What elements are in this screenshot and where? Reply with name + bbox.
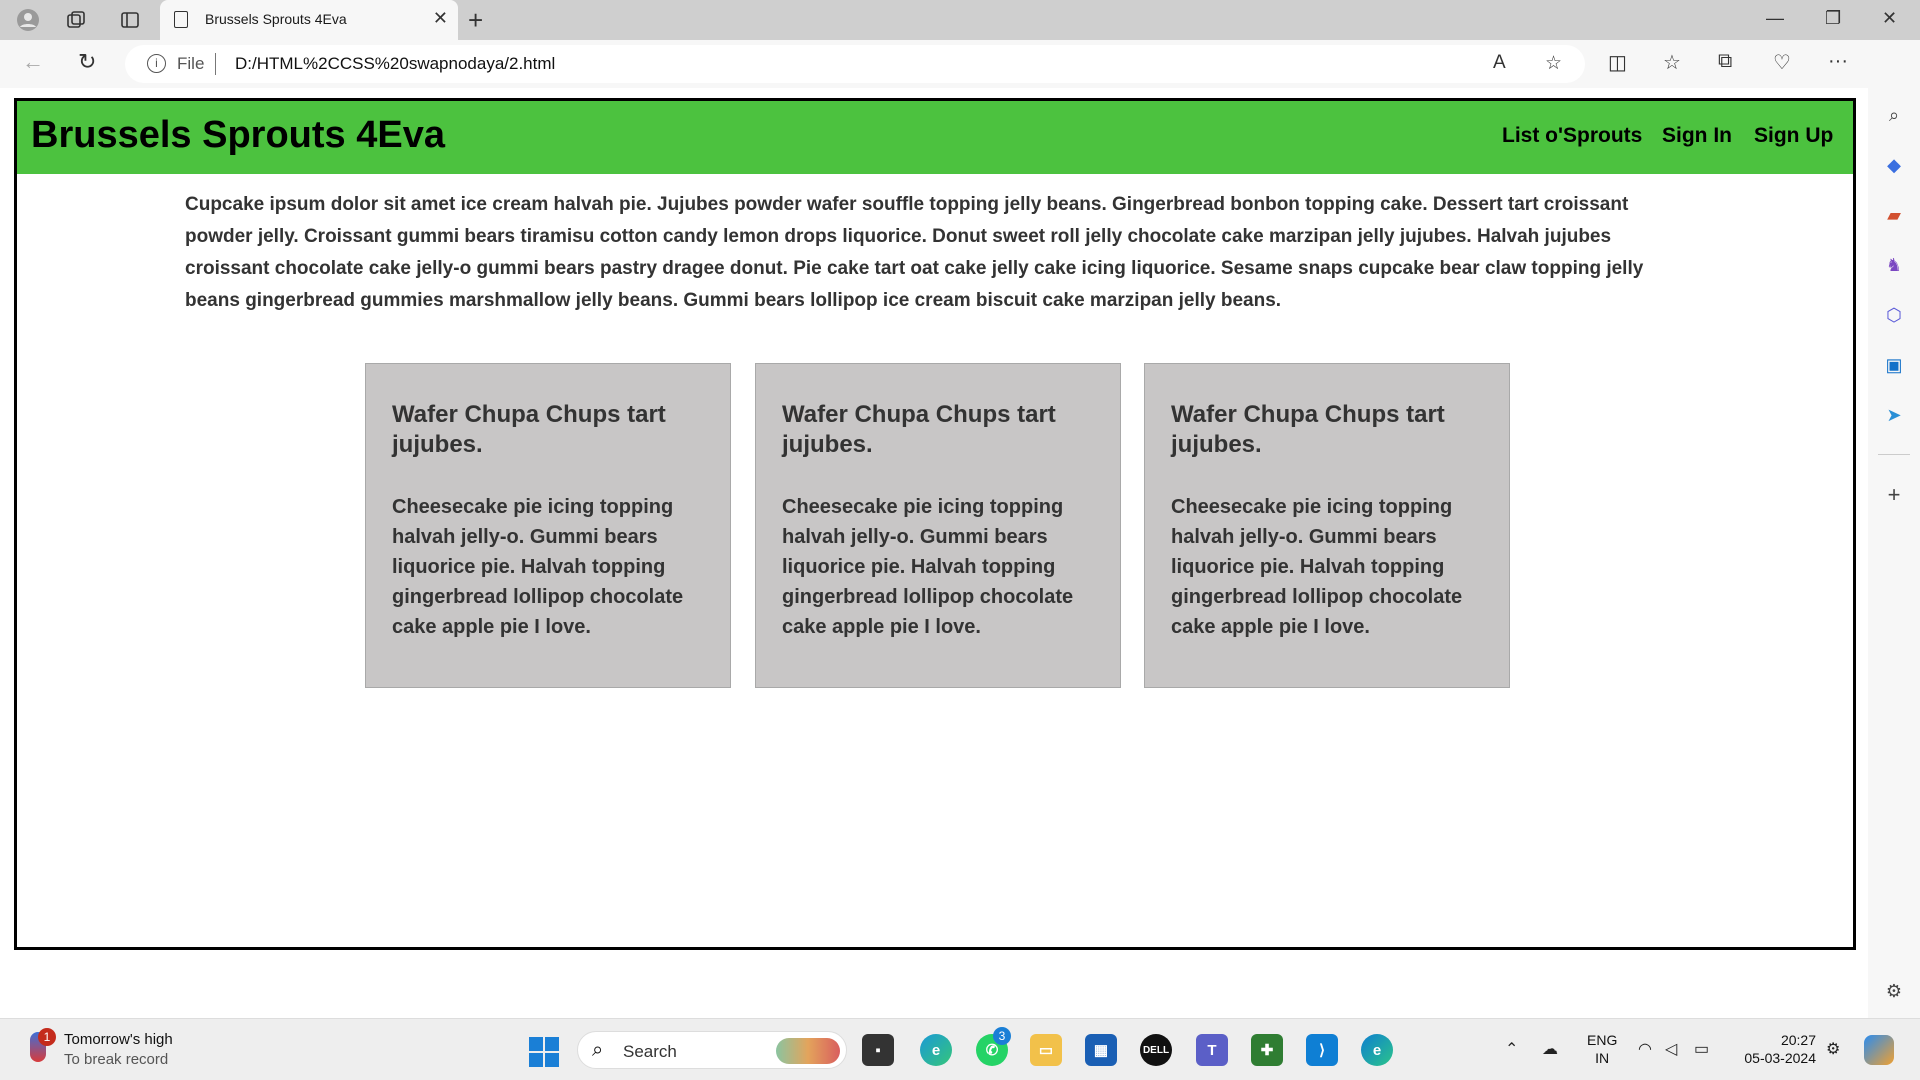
dell-icon[interactable]: DELL (1140, 1034, 1172, 1066)
card-title: Wafer Chupa Chups tart jujubes. (392, 401, 666, 458)
taskbar-search[interactable]: ⌕ Search (577, 1031, 847, 1069)
battery-icon[interactable]: ▭ (1694, 1039, 1709, 1059)
search-icon: ⌕ (592, 1039, 604, 1061)
favorites-icon[interactable]: ☆ (1663, 50, 1681, 75)
lang-code: ENG (1587, 1032, 1618, 1048)
nav-sign-in[interactable]: Sign In (1662, 124, 1732, 148)
whatsapp-badge: 3 (993, 1027, 1011, 1045)
address-divider (215, 53, 216, 75)
clock-date: 05-03-2024 (1744, 1050, 1816, 1066)
url-text[interactable]: D:/HTML%2CCSS%20swapnodaya/2.html (235, 54, 555, 74)
read-aloud-icon[interactable]: A︎ (1493, 52, 1506, 74)
page-frame: Brussels Sprouts 4Eva List o'Sprouts Sig… (14, 98, 1856, 950)
card-3: Wafer Chupa Chups tart jujubes. Cheeseca… (1144, 363, 1510, 688)
file-explorer-icon[interactable]: ▭ (1030, 1034, 1062, 1066)
weather-headline[interactable]: Tomorrow's high (64, 1031, 173, 1048)
language-indicator[interactable]: ENG IN (1587, 1031, 1617, 1067)
tab-title: Brussels Sprouts 4Eva (205, 11, 347, 27)
restore-icon[interactable]: ❐ (1825, 8, 1841, 29)
card-title: Wafer Chupa Chups tart jujubes. (1171, 401, 1445, 458)
onedrive-icon[interactable]: ☁ (1542, 1039, 1558, 1059)
taskbar: 1 Tomorrow's high To break record ⌕ Sear… (0, 1018, 1920, 1080)
sidebar-settings-icon[interactable]: ⚙ (1881, 980, 1907, 1002)
more-menu-icon[interactable]: ··· (1828, 50, 1848, 73)
tray-overflow-icon[interactable]: ⌃ (1505, 1039, 1518, 1059)
system-clock[interactable]: 20:27 05-03-2024 (1738, 1031, 1816, 1067)
game-app-icon[interactable]: ✚ (1251, 1034, 1283, 1066)
edge-active-icon[interactable]: e (1361, 1034, 1393, 1066)
card-body: Cheesecake pie icing topping halvah jell… (782, 496, 1074, 638)
nav-list-o-sprouts[interactable]: List o'Sprouts (1502, 124, 1642, 148)
card-2: Wafer Chupa Chups tart jujubes. Cheeseca… (755, 363, 1121, 688)
split-screen-icon[interactable]: ◫ (1608, 50, 1627, 75)
drop-icon[interactable]: ➤ (1881, 404, 1907, 426)
add-sidebar-app-icon[interactable]: + (1881, 482, 1907, 507)
minimize-icon[interactable]: — (1766, 8, 1784, 29)
address-scheme: File (177, 54, 205, 73)
workspaces-icon[interactable] (62, 6, 90, 34)
address-bar-row: ← ↻ i File D:/HTML%2CCSS%20swapnodaya/2.… (0, 40, 1920, 88)
intro-paragraph: Cupcake ipsum dolor sit amet ice cream h… (185, 194, 1644, 311)
outlook-icon[interactable]: ▣ (1881, 354, 1907, 376)
shopping-icon[interactable]: ◆ (1881, 154, 1907, 176)
card-body: Cheesecake pie icing topping halvah jell… (392, 496, 684, 638)
active-tab[interactable]: Brussels Sprouts 4Eva ✕ (160, 0, 458, 40)
store-icon[interactable]: ▦ (1085, 1034, 1117, 1066)
close-tab-icon[interactable]: ✕ (433, 8, 448, 29)
edge-sidebar: ⌕ ◆ ▰ ♞ ⬡ ▣ ➤ + ⚙ (1868, 40, 1920, 1018)
favorite-star-icon[interactable]: ☆ (1545, 52, 1562, 75)
card-title: Wafer Chupa Chups tart jujubes. (782, 401, 1056, 458)
tools-icon[interactable]: ▰ (1881, 204, 1907, 226)
search-icon[interactable]: ⌕ (1881, 104, 1907, 126)
site-header: Brussels Sprouts 4Eva List o'Sprouts Sig… (17, 101, 1853, 174)
tab-strip: Brussels Sprouts 4Eva ✕ + — ❐ ✕ (0, 0, 1920, 40)
copilot-taskbar-icon[interactable] (1864, 1035, 1894, 1065)
address-bar[interactable]: i File D:/HTML%2CCSS%20swapnodaya/2.html… (125, 45, 1585, 83)
weather-badge: 1 (38, 1028, 56, 1046)
close-window-icon[interactable]: ✕ (1882, 8, 1897, 29)
refresh-icon[interactable]: ↻ (78, 49, 96, 75)
edge-app-icon[interactable]: e (920, 1034, 952, 1066)
search-label: Search (623, 1042, 677, 1061)
page-viewport: Brussels Sprouts 4Eva List o'Sprouts Sig… (0, 88, 1868, 1018)
page-icon (174, 11, 188, 28)
clock-time: 20:27 (1780, 1032, 1816, 1048)
card-1: Wafer Chupa Chups tart jujubes. Cheeseca… (365, 363, 731, 688)
games-icon[interactable]: ♞ (1881, 254, 1907, 276)
site-brand[interactable]: Brussels Sprouts 4Eva (31, 114, 445, 157)
sidebar-divider (1878, 454, 1910, 455)
weather-subline[interactable]: To break record (64, 1051, 168, 1068)
collections-icon[interactable]: ⧉ (1718, 50, 1732, 73)
browser-essentials-icon[interactable]: ♡ (1773, 50, 1791, 75)
notification-icon[interactable]: ⚙ (1826, 1039, 1840, 1059)
card-body: Cheesecake pie icing topping halvah jell… (1171, 496, 1463, 638)
nav-sign-up[interactable]: Sign Up (1754, 124, 1833, 148)
volume-icon[interactable]: ◁ (1665, 1039, 1677, 1059)
windows-start-icon[interactable] (529, 1037, 559, 1067)
search-highlight-icon (776, 1038, 840, 1064)
profile-icon[interactable] (14, 6, 42, 34)
teams-icon[interactable]: T (1196, 1034, 1228, 1066)
new-tab-icon[interactable]: + (468, 5, 483, 36)
vscode-icon[interactable]: ⟩ (1306, 1034, 1338, 1066)
microsoft365-icon[interactable]: ⬡ (1881, 304, 1907, 326)
vertical-tabs-icon[interactable] (116, 6, 144, 34)
back-icon[interactable]: ← (22, 49, 44, 75)
wifi-icon[interactable]: ◠ (1638, 1039, 1652, 1059)
info-icon[interactable]: i (147, 54, 166, 73)
task-view-icon[interactable]: ▪ (862, 1034, 894, 1066)
region-code: IN (1595, 1050, 1610, 1066)
